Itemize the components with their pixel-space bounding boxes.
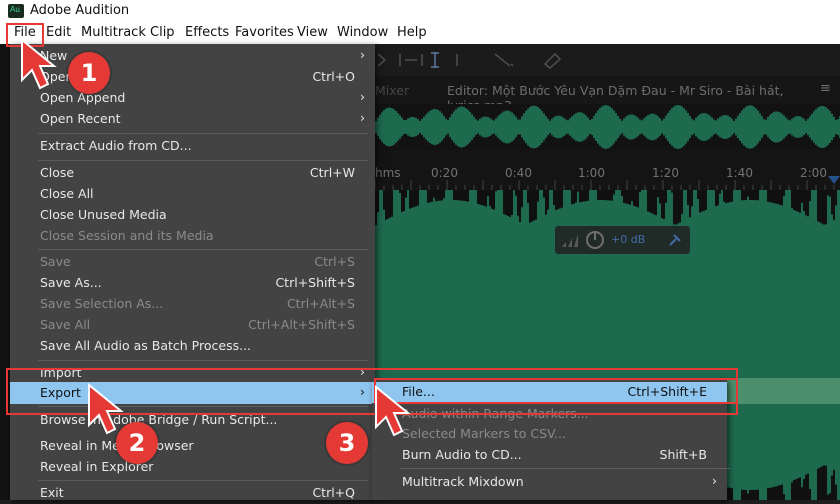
menu-item-shortcut: Ctrl+S (314, 254, 355, 269)
menu-item-label: Close All (40, 186, 94, 201)
audition-logo-icon (8, 4, 24, 18)
menu-effects[interactable]: Effects (185, 25, 229, 40)
chevron-right-icon: › (360, 47, 365, 62)
menu-item-label: Save All (40, 317, 91, 332)
chevron-right-icon: › (360, 89, 365, 104)
menu-separator (38, 480, 368, 481)
left-gutter (0, 44, 10, 500)
menu-item-label: Burn Audio to CD... (402, 447, 522, 462)
menu-item-save-as[interactable]: Save As... Ctrl+Shift+S (10, 273, 375, 294)
menu-item-label: Close (40, 165, 75, 180)
menu-item-multitrack-mixdown[interactable]: Multitrack Mixdown › (372, 472, 727, 493)
menu-item-label: Save Selection As... (40, 296, 164, 311)
menu-item-label: Close Unused Media (40, 207, 167, 222)
menu-item-open-recent[interactable]: Open Recent › (10, 109, 375, 130)
menu-window[interactable]: Window (337, 25, 388, 40)
menu-item-save-all[interactable]: Save All Ctrl+Alt+Shift+S (10, 315, 375, 336)
menu-item-label: Selected Markers to CSV... (402, 426, 566, 441)
menu-item-save-selection[interactable]: Save Selection As... Ctrl+Alt+S (10, 294, 375, 315)
menu-item-reveal-media-browser[interactable]: Reveal in Media Browser (10, 436, 375, 457)
menu-separator (38, 160, 368, 161)
menu-item-open[interactable]: Open... Ctrl+O (10, 67, 375, 88)
step-badge-3: 3 (326, 422, 368, 464)
menu-item-shortcut: Shift+B (659, 447, 707, 462)
menu-item-shortcut: Ctrl+Alt+S (286, 296, 355, 311)
menu-clip[interactable]: Clip (150, 25, 175, 40)
menu-item-burn-cd[interactable]: Burn Audio to CD... Shift+B (372, 445, 727, 466)
title-bar: Adobe Audition (0, 0, 840, 22)
menu-item-close-session[interactable]: Close Session and its Media (10, 226, 375, 247)
menu-item-open-append[interactable]: Open Append › (10, 88, 375, 109)
menu-item-label: Save As... (40, 275, 102, 290)
menu-item-label: Save All Audio as Batch Process... (40, 338, 252, 353)
menu-item-label: Extract Audio from CD... (40, 138, 192, 153)
arrow-cursor-icon (375, 385, 411, 437)
chevron-right-icon: › (360, 110, 365, 125)
menu-favorites[interactable]: Favorites (235, 25, 294, 40)
menu-multitrack[interactable]: Multitrack (81, 25, 146, 40)
menu-separator (38, 360, 368, 361)
chevron-right-icon: › (712, 473, 717, 488)
menu-separator (400, 468, 730, 469)
menu-item-label: Save (40, 254, 71, 269)
menu-item-shortcut: Ctrl+Shift+S (275, 275, 355, 290)
menu-item-markers-csv[interactable]: Selected Markers to CSV... (372, 424, 727, 445)
menu-help[interactable]: Help (397, 25, 427, 40)
menu-item-batch-process[interactable]: Save All Audio as Batch Process... (10, 336, 375, 357)
menu-item-close-unused[interactable]: Close Unused Media (10, 205, 375, 226)
menu-item-save[interactable]: Save Ctrl+S (10, 252, 375, 273)
menu-separator (38, 249, 368, 250)
menu-item-shortcut: Ctrl+W (309, 165, 355, 180)
annotation-box-export-file (374, 378, 738, 404)
menu-item-reveal-explorer[interactable]: Reveal in Explorer (10, 457, 375, 478)
menu-item-shortcut: Ctrl+O (312, 69, 355, 84)
menu-bar: File Edit Multitrack Clip Effects Favori… (0, 22, 840, 44)
menu-item-label: Exit (40, 485, 64, 500)
step-badge-1: 1 (68, 52, 110, 94)
menu-item-label: Close Session and its Media (40, 228, 214, 243)
menu-item-shortcut: Ctrl+Q (312, 485, 355, 500)
step-badge-2: 2 (116, 422, 158, 464)
menu-separator (38, 133, 368, 134)
arrow-cursor-icon (21, 38, 57, 90)
menu-item-close-all[interactable]: Close All (10, 184, 375, 205)
menu-item-extract-audio[interactable]: Extract Audio from CD... (10, 136, 375, 157)
menu-item-shortcut: Ctrl+Alt+Shift+S (248, 317, 355, 332)
window-title: Adobe Audition (30, 3, 130, 18)
menu-item-new[interactable]: New › (10, 46, 375, 67)
menu-view[interactable]: View (297, 25, 328, 40)
menu-item-label: Open Recent (40, 111, 121, 126)
menu-item-exit[interactable]: Exit Ctrl+Q (10, 483, 375, 504)
menu-item-close[interactable]: Close Ctrl+W (10, 163, 375, 184)
menu-item-label: Multitrack Mixdown (402, 474, 524, 489)
file-menu-dropdown: New › Open... Ctrl+O Open Append › Open … (10, 44, 375, 500)
